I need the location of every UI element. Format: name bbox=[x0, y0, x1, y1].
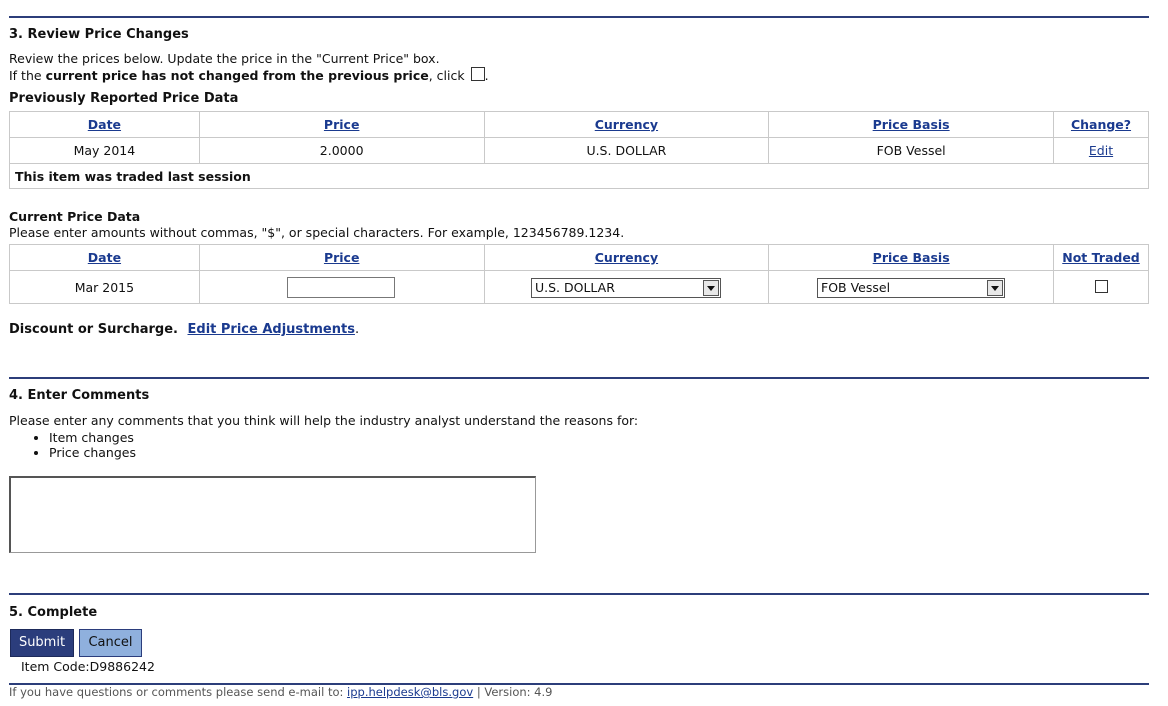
comments-reason-list: Item changes Price changes bbox=[9, 430, 136, 460]
previous-date: May 2014 bbox=[9, 137, 200, 164]
not-traded-checkbox[interactable] bbox=[1094, 279, 1108, 293]
edit-price-adjustments-link[interactable]: Edit Price Adjustments bbox=[188, 322, 355, 337]
edit-cell: Edit bbox=[1053, 137, 1149, 164]
sort-price-basis-link[interactable]: Price Basis bbox=[873, 117, 950, 132]
sort-price-link[interactable]: Price bbox=[324, 117, 360, 132]
current-price-instructions: Please enter amounts without commas, "$"… bbox=[9, 225, 625, 240]
submit-button[interactable]: Submit bbox=[10, 629, 74, 657]
current-price-input[interactable] bbox=[287, 277, 395, 298]
sort-price-link[interactable]: Price bbox=[324, 250, 360, 265]
traded-note: This item was traded last session bbox=[9, 163, 1149, 189]
previous-price-basis: FOB Vessel bbox=[768, 137, 1054, 164]
price-basis-select[interactable]: FOB Vessel bbox=[817, 278, 1005, 298]
section-title-complete: 5. Complete bbox=[9, 605, 98, 620]
section-title-review: 3. Review Price Changes bbox=[9, 27, 189, 42]
header-date[interactable]: Date bbox=[9, 111, 200, 138]
sort-date-link[interactable]: Date bbox=[88, 250, 121, 265]
intro-end: . bbox=[484, 68, 489, 83]
header-price-basis[interactable]: Price Basis bbox=[768, 111, 1054, 138]
chevron-down-icon[interactable] bbox=[703, 280, 719, 296]
list-item: Item changes bbox=[49, 430, 136, 445]
previous-price: 2.0000 bbox=[198, 137, 485, 164]
sort-currency-link[interactable]: Currency bbox=[595, 250, 658, 265]
section-divider bbox=[9, 16, 1149, 18]
header-price-basis[interactable]: Price Basis bbox=[768, 244, 1055, 271]
chevron-down-icon[interactable] bbox=[987, 280, 1003, 296]
edit-link[interactable]: Edit bbox=[1089, 143, 1113, 158]
comments-textarea[interactable] bbox=[9, 476, 536, 553]
sort-not-traded-link[interactable]: Not Traded bbox=[1062, 250, 1140, 265]
header-change[interactable]: Change? bbox=[1053, 111, 1149, 138]
intro-pre: If the bbox=[9, 68, 46, 83]
table-row: May 2014 2.0000 U.S. DOLLAR FOB Vessel E… bbox=[9, 137, 1149, 164]
previous-currency: U.S. DOLLAR bbox=[483, 137, 770, 164]
header-currency[interactable]: Currency bbox=[483, 244, 770, 271]
sort-price-basis-link[interactable]: Price Basis bbox=[873, 250, 950, 265]
review-intro-line2: If the current price has not changed fro… bbox=[9, 67, 489, 83]
item-code: Item Code:D9886242 bbox=[21, 659, 155, 674]
header-not-traded[interactable]: Not Traded bbox=[1053, 244, 1149, 271]
not-traded-cell bbox=[1053, 270, 1149, 304]
section-divider bbox=[9, 377, 1149, 379]
intro-bold: current price has not changed from the p… bbox=[45, 68, 429, 83]
header-price[interactable]: Price bbox=[198, 244, 485, 271]
cancel-button[interactable]: Cancel bbox=[79, 629, 142, 657]
review-intro-line1: Review the prices below. Update the pric… bbox=[9, 51, 440, 66]
discount-row: Discount or Surcharge. Edit Price Adjust… bbox=[9, 322, 359, 337]
section-title-comments: 4. Enter Comments bbox=[9, 388, 150, 403]
header-price[interactable]: Price bbox=[198, 111, 485, 138]
footer-text: If you have questions or comments please… bbox=[9, 685, 348, 699]
currency-select[interactable]: U.S. DOLLAR bbox=[531, 278, 721, 298]
currency-selected-value: U.S. DOLLAR bbox=[535, 280, 615, 295]
sort-date-link[interactable]: Date bbox=[88, 117, 121, 132]
footer: If you have questions or comments please… bbox=[9, 685, 552, 699]
footer-version: | Version: 4.9 bbox=[473, 685, 553, 699]
comments-prompt: Please enter any comments that you think… bbox=[9, 413, 639, 428]
current-price-heading: Current Price Data bbox=[9, 209, 141, 224]
list-item: Price changes bbox=[49, 445, 136, 460]
discount-end: . bbox=[354, 322, 360, 337]
section-divider bbox=[9, 593, 1149, 595]
helpdesk-email-link[interactable]: ipp.helpdesk@bls.gov bbox=[347, 685, 473, 699]
previous-price-heading: Previously Reported Price Data bbox=[9, 91, 239, 106]
unchanged-price-checkbox[interactable] bbox=[470, 67, 485, 81]
sort-change-link[interactable]: Change? bbox=[1071, 117, 1131, 132]
previous-price-table: Date Price Currency Price Basis Change? … bbox=[9, 111, 1149, 189]
current-date: Mar 2015 bbox=[9, 270, 200, 304]
header-currency[interactable]: Currency bbox=[483, 111, 770, 138]
header-date[interactable]: Date bbox=[9, 244, 200, 271]
price-basis-selected-value: FOB Vessel bbox=[821, 280, 891, 295]
intro-post: , click bbox=[428, 68, 465, 83]
sort-currency-link[interactable]: Currency bbox=[595, 117, 658, 132]
discount-label: Discount or Surcharge. bbox=[9, 322, 178, 337]
